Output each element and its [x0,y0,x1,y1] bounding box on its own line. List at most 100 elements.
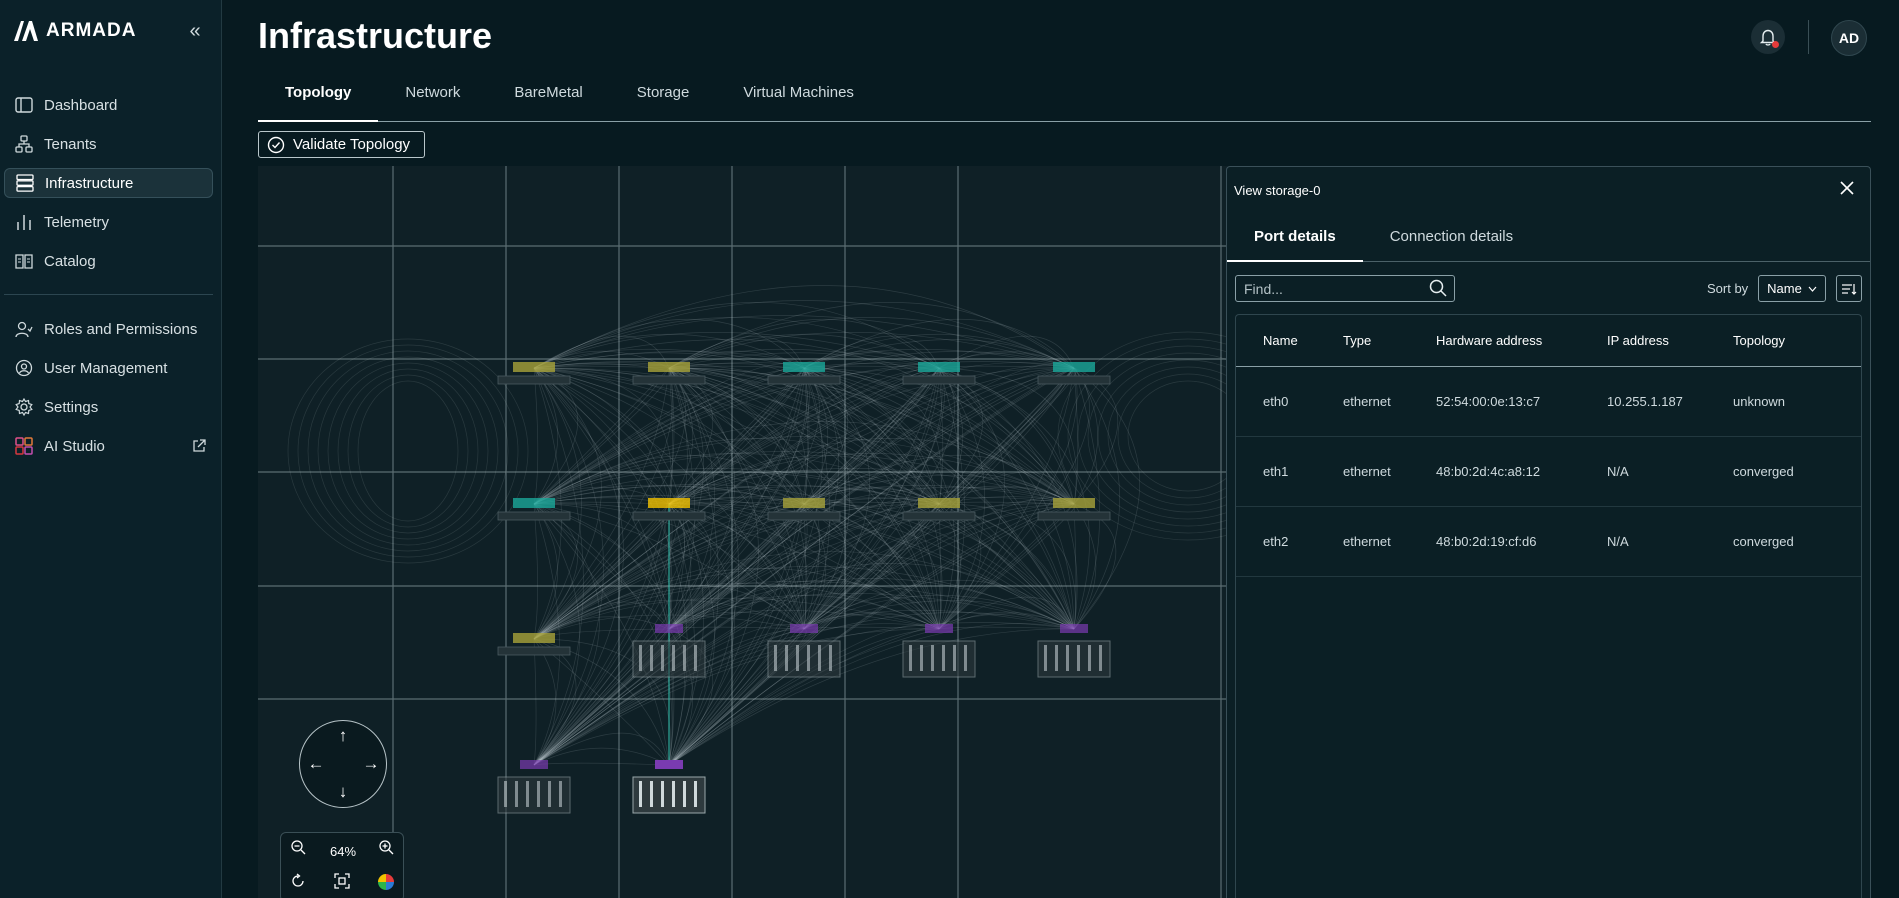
server-bay [1044,645,1047,671]
collapse-sidebar-icon[interactable]: « [184,20,206,42]
armada-logo-icon [14,21,38,41]
cell-type: ethernet [1343,394,1391,409]
server-bay [639,645,642,671]
tab-baremetal[interactable]: BareMetal [487,82,609,122]
tab-topology[interactable]: Topology [258,82,379,122]
tab-port-details[interactable]: Port details [1227,217,1363,262]
sidebar-item-tenants[interactable]: Tenants [4,129,213,159]
port-details-table: Name Type Hardware address IP address To… [1235,314,1862,898]
server-bay [920,645,923,671]
sidebar-nav-secondary: Roles and Permissions User Management Se… [4,314,213,470]
table-row[interactable]: eth0 ethernet 52:54:00:0e:13:c7 10.255.1… [1236,367,1861,437]
cell-topology: unknown [1733,394,1786,409]
user-management-icon [14,358,34,378]
switch-node [767,375,841,385]
node-label-tag [648,498,690,508]
sidebar-item-catalog[interactable]: Catalog [4,246,213,276]
node-label-tag [783,362,825,372]
server-bay [672,781,675,807]
panel-title: View storage-0 [1234,183,1321,198]
color-legend-icon[interactable] [375,873,397,895]
sidebar-item-label: Dashboard [44,96,118,114]
sort-by-value: Name [1767,281,1802,296]
find-input[interactable] [1235,275,1455,302]
table-row[interactable]: eth1 ethernet 48:b0:2d:4c:a8:12 N/A conv… [1236,437,1861,507]
zoom-out-icon[interactable] [287,839,309,861]
table-header: Name Type Hardware address IP address To… [1236,315,1861,367]
tab-connection-details[interactable]: Connection details [1363,217,1540,262]
fit-to-screen-icon[interactable] [331,873,353,895]
sidebar-item-label: Catalog [44,252,96,270]
node-label-tag [648,362,690,372]
node-label-tag [513,362,555,372]
server-bay [1055,645,1058,671]
server-bay [807,645,810,671]
topology-graph[interactable] [258,166,1228,898]
notifications-button[interactable] [1751,20,1785,54]
sidebar-item-telemetry[interactable]: Telemetry [4,207,213,237]
topology-link [317,356,499,546]
server-bay [909,645,912,671]
notification-dot [1772,41,1779,48]
tenants-icon [14,134,34,154]
topology-link [533,503,538,640]
sidebar-item-label: Infrastructure [45,174,134,192]
pan-down-icon[interactable]: ↓ [333,782,353,802]
server-bay [526,781,529,807]
sidebar-item-dashboard[interactable]: Dashboard [4,90,213,120]
server-bay [661,645,664,671]
table-row[interactable]: eth2 ethernet 48:b0:2d:19:cf:d6 N/A conv… [1236,507,1861,577]
chevron-down-icon [1808,286,1817,292]
server-bay [785,645,788,671]
roles-icon [14,319,34,339]
sort-by-select[interactable]: Name [1758,275,1826,302]
cell-ip-address: 10.255.1.187 [1607,394,1683,409]
node-label-tag [1053,362,1095,372]
brand-name: ARMADA [46,20,137,41]
topology-link [327,362,489,540]
pan-right-icon[interactable]: → [361,754,381,774]
topology-link [533,367,539,505]
topology-link [337,368,479,534]
sidebar-item-ai-studio[interactable]: AI Studio [4,431,213,461]
topology-link [668,352,1075,505]
node-label-tag [783,498,825,508]
column-header-type[interactable]: Type [1343,333,1436,348]
sidebar-item-infrastructure[interactable]: Infrastructure [4,168,213,198]
panel-tabs: Port details Connection details [1227,217,1870,262]
column-header-hardware-address[interactable]: Hardware address [1436,333,1607,348]
tab-network[interactable]: Network [378,82,487,122]
zoom-in-icon[interactable] [375,839,397,861]
column-header-topology[interactable]: Topology [1733,333,1861,348]
server-bay [964,645,967,671]
sidebar-item-user-management[interactable]: User Management [4,353,213,383]
tab-virtual-machines[interactable]: Virtual Machines [716,82,881,122]
sidebar-item-roles[interactable]: Roles and Permissions [4,314,213,344]
reset-icon[interactable] [287,873,309,895]
topology-link [668,628,1075,766]
node-label-tag [1053,498,1095,508]
cell-hardware-address: 48:b0:2d:19:cf:d6 [1436,534,1537,549]
cell-ip-address: N/A [1607,464,1629,479]
column-header-name[interactable]: Name [1236,333,1343,348]
sidebar-item-settings[interactable]: Settings [4,392,213,422]
pan-up-icon[interactable]: ↑ [333,726,353,746]
server-bay [650,645,653,671]
pan-left-icon[interactable]: ← [306,754,326,774]
avatar[interactable]: AD [1831,20,1867,56]
tab-storage[interactable]: Storage [610,82,717,122]
sort-direction-button[interactable] [1836,275,1862,302]
close-icon[interactable] [1836,179,1858,201]
search-icon[interactable] [1428,278,1448,298]
brand-logo[interactable]: ARMADA [12,18,136,44]
page-title: Infrastructure [258,15,493,56]
server-bay [942,645,945,671]
column-header-ip-address[interactable]: IP address [1607,333,1733,348]
topology-canvas[interactable]: ↑ ← → ↓ 64% [258,166,1228,898]
storage-detail-panel: View storage-0 Port details Connection d… [1226,166,1871,898]
server-bay [694,781,697,807]
topology-link [297,344,519,558]
cell-name: eth0 [1263,394,1289,409]
server-bay [829,645,832,671]
validate-topology-button[interactable]: Validate Topology [258,131,425,158]
